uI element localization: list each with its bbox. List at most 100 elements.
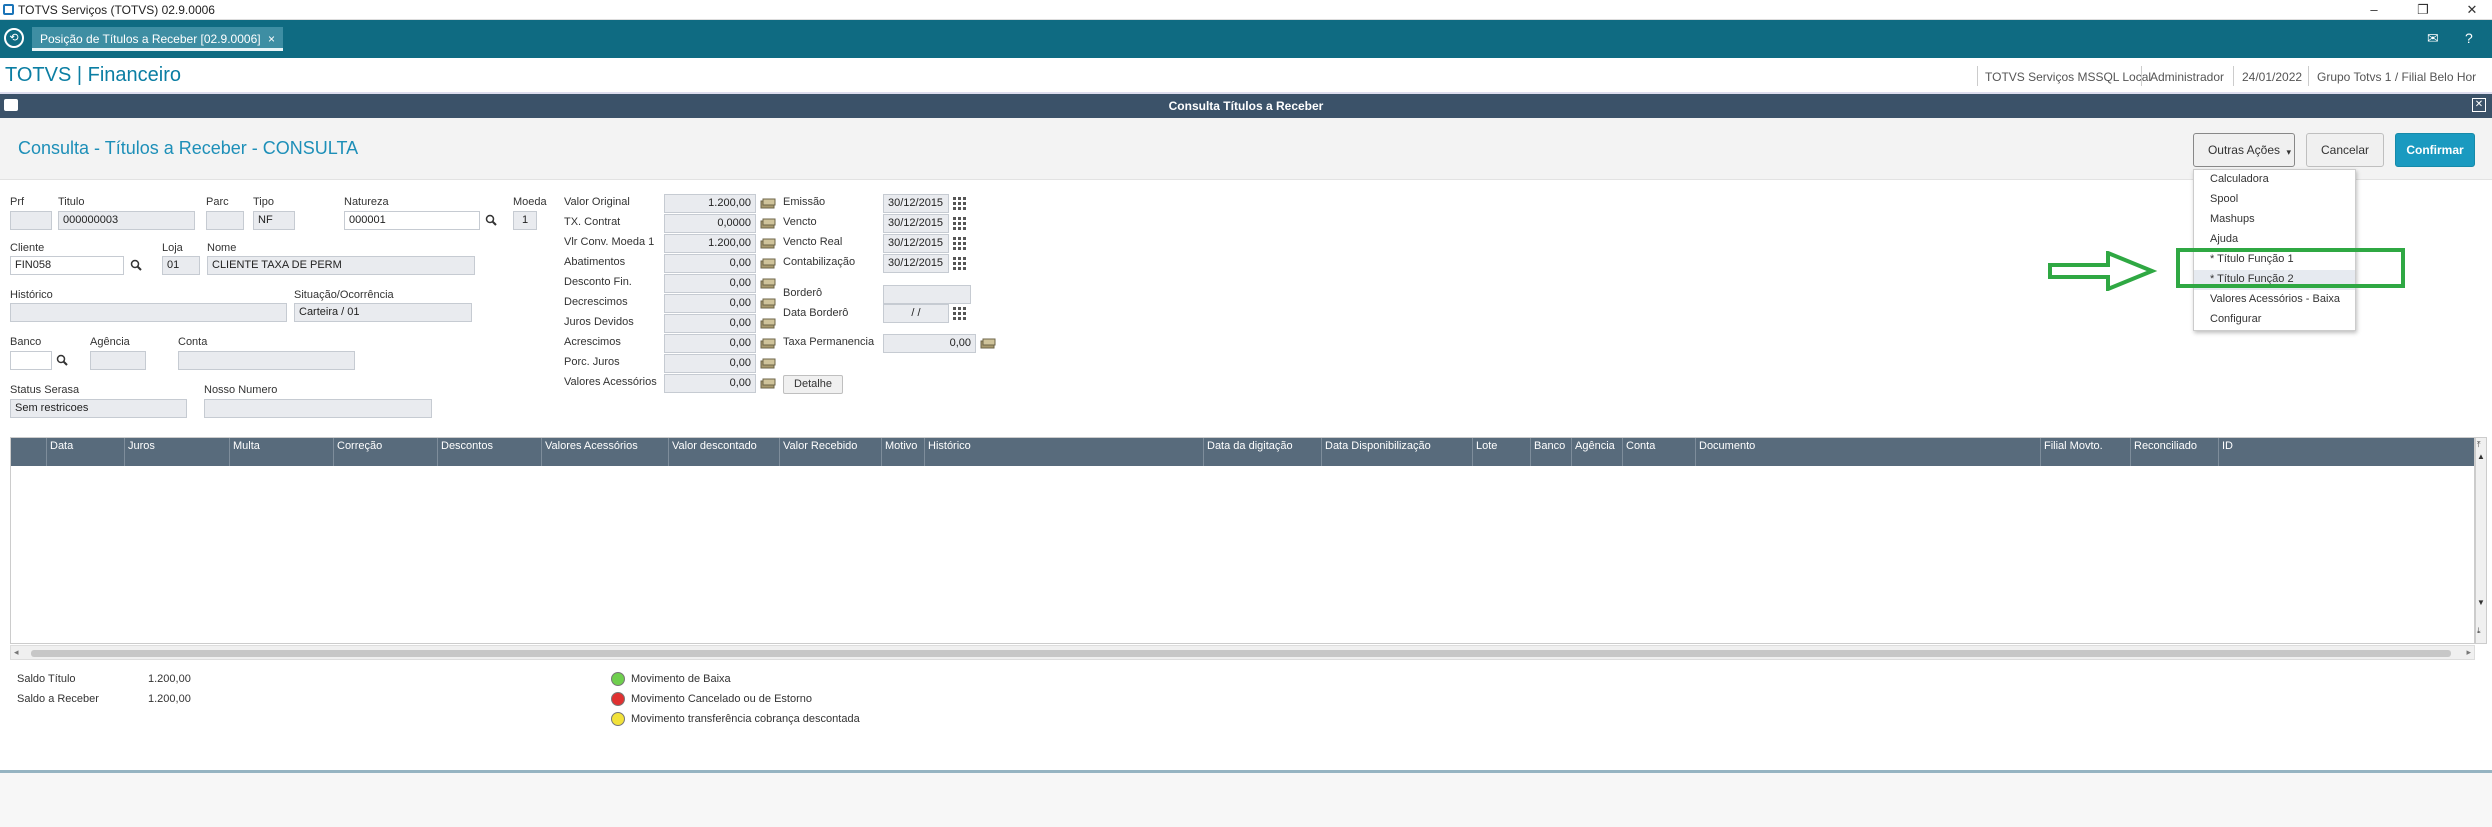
amount-field[interactable]: 0,00 (664, 314, 756, 333)
amount-field[interactable]: 0,0000 (664, 214, 756, 233)
conta-field[interactable] (178, 351, 355, 370)
detalhe-button[interactable]: Detalhe (783, 375, 843, 394)
restore-icon[interactable]: ❐ (2415, 2, 2431, 18)
outras-acoes-button[interactable]: Outras Ações ▾ (2193, 133, 2295, 167)
column-header[interactable]: Filial Movto. (2041, 438, 2131, 466)
agencia-field[interactable] (90, 351, 146, 370)
movements-table[interactable]: Data Juros Multa Correção Descontos Valores A… (10, 437, 2476, 644)
date-field[interactable]: 30/12/2015 (883, 234, 949, 253)
money-icon[interactable] (760, 298, 776, 309)
historico-field[interactable] (10, 303, 287, 322)
nosso-numero-field[interactable] (204, 399, 432, 418)
tipo-field[interactable]: NF (253, 211, 295, 230)
amount-field[interactable]: 1.200,00 (664, 194, 756, 213)
data-bordero-field[interactable]: / / (883, 304, 949, 323)
amount-field[interactable]: 0,00 (664, 294, 756, 313)
calendar-icon[interactable] (953, 197, 967, 210)
money-icon[interactable] (760, 238, 776, 249)
money-icon[interactable] (760, 338, 776, 349)
tab-close-icon[interactable]: × (268, 32, 275, 46)
column-header[interactable]: Agência (1572, 438, 1623, 466)
money-icon[interactable] (760, 358, 776, 369)
column-header[interactable]: Correção (334, 438, 438, 466)
date-field[interactable]: 30/12/2015 (883, 254, 949, 273)
column-header[interactable]: ID (2219, 438, 2476, 466)
calendar-icon[interactable] (953, 237, 967, 250)
money-icon[interactable] (980, 338, 996, 349)
scroll-up-icon[interactable]: ▲ (2477, 452, 2485, 461)
calendar-icon[interactable] (953, 307, 967, 320)
scroll-thumb[interactable] (31, 650, 2451, 657)
menu-item-calculadora[interactable]: Calculadora (2194, 170, 2355, 190)
column-header[interactable]: Descontos (438, 438, 542, 466)
minimize-icon[interactable]: – (2366, 2, 2382, 18)
column-header[interactable]: Valores Acessórios (542, 438, 669, 466)
titulo-field[interactable]: 000000003 (58, 211, 195, 230)
menu-item-spool[interactable]: Spool (2194, 190, 2355, 210)
loja-field[interactable]: 01 (162, 256, 200, 275)
date-field[interactable]: 30/12/2015 (883, 214, 949, 233)
amount-field[interactable]: 0,00 (664, 254, 756, 273)
cliente-field[interactable]: FIN058 (10, 256, 124, 275)
status-serasa-field[interactable]: Sem restricoes (10, 399, 187, 418)
bordero-field[interactable] (883, 285, 971, 304)
date-field[interactable]: 30/12/2015 (883, 194, 949, 213)
taxa-permanencia-field[interactable]: 0,00 (883, 334, 976, 353)
money-icon[interactable] (760, 198, 776, 209)
amount-field[interactable]: 0,00 (664, 374, 756, 393)
money-icon[interactable] (760, 218, 776, 229)
horizontal-scrollbar[interactable]: ◂ ▸ (10, 645, 2475, 660)
situacao-field[interactable]: Carteira / 01 (294, 303, 472, 322)
money-icon[interactable] (760, 318, 776, 329)
column-header[interactable]: Juros (125, 438, 230, 466)
column-header[interactable]: Conta (1623, 438, 1696, 466)
scroll-top-icon[interactable]: ⤒ (2477, 440, 2481, 450)
column-header[interactable]: Histórico (925, 438, 1204, 466)
money-icon[interactable] (760, 378, 776, 389)
scroll-bottom-icon[interactable]: ⤓ (2477, 626, 2481, 636)
column-header[interactable]: Motivo (882, 438, 925, 466)
cancel-button[interactable]: Cancelar (2306, 133, 2384, 167)
search-icon[interactable] (485, 214, 497, 226)
parc-field[interactable] (206, 211, 244, 230)
confirm-button[interactable]: Confirmar (2395, 133, 2475, 167)
money-icon[interactable] (760, 278, 776, 289)
nome-field[interactable]: CLIENTE TAXA DE PERM (207, 256, 475, 275)
column-header[interactable]: Lote (1473, 438, 1531, 466)
column-header[interactable]: Valor descontado (669, 438, 780, 466)
scroll-right-icon[interactable]: ▸ (2466, 647, 2471, 658)
column-header[interactable]: Valor Recebido (780, 438, 882, 466)
column-header[interactable]: Multa (230, 438, 334, 466)
calendar-icon[interactable] (953, 217, 967, 230)
column-header[interactable]: Documento (1696, 438, 2041, 466)
amount-field[interactable]: 0,00 (664, 334, 756, 353)
amount-field[interactable]: 0,00 (664, 354, 756, 373)
amount-field[interactable]: 1.200,00 (664, 234, 756, 253)
column-header[interactable] (11, 438, 47, 466)
scroll-down-icon[interactable]: ▼ (2477, 598, 2485, 607)
column-header[interactable]: Banco (1531, 438, 1572, 466)
close-window-icon[interactable]: ✕ (2464, 2, 2480, 18)
column-header[interactable]: Data (47, 438, 125, 466)
menu-item-ajuda[interactable]: Ajuda (2194, 230, 2355, 250)
mail-icon[interactable]: ✉ (2427, 30, 2439, 47)
dialog-close-icon[interactable]: ✕ (2472, 98, 2486, 112)
scroll-left-icon[interactable]: ◂ (14, 647, 19, 658)
moeda-field[interactable]: 1 (513, 211, 537, 230)
menu-item-configurar[interactable]: Configurar (2194, 310, 2355, 330)
amount-field[interactable]: 0,00 (664, 274, 756, 293)
banco-field[interactable] (10, 351, 52, 370)
vertical-scrollbar[interactable]: ⤒ ▲ ▼ ⤓ (2475, 437, 2487, 644)
natureza-field[interactable]: 000001 (344, 211, 480, 230)
tab-posicao-titulos[interactable]: Posição de Títulos a Receber [02.9.0006]… (32, 27, 283, 51)
help-icon[interactable]: ? (2465, 30, 2473, 46)
money-icon[interactable] (760, 258, 776, 269)
home-icon[interactable]: ⟲ (4, 28, 24, 48)
column-header[interactable]: Data da digitação (1204, 438, 1322, 466)
menu-item-mashups[interactable]: Mashups (2194, 210, 2355, 230)
search-icon[interactable] (56, 354, 68, 366)
calendar-icon[interactable] (953, 257, 967, 270)
menu-item-valores-acessorios[interactable]: Valores Acessórios - Baixa (2194, 290, 2355, 310)
column-header[interactable]: Reconciliado (2131, 438, 2219, 466)
prf-field[interactable] (10, 211, 52, 230)
